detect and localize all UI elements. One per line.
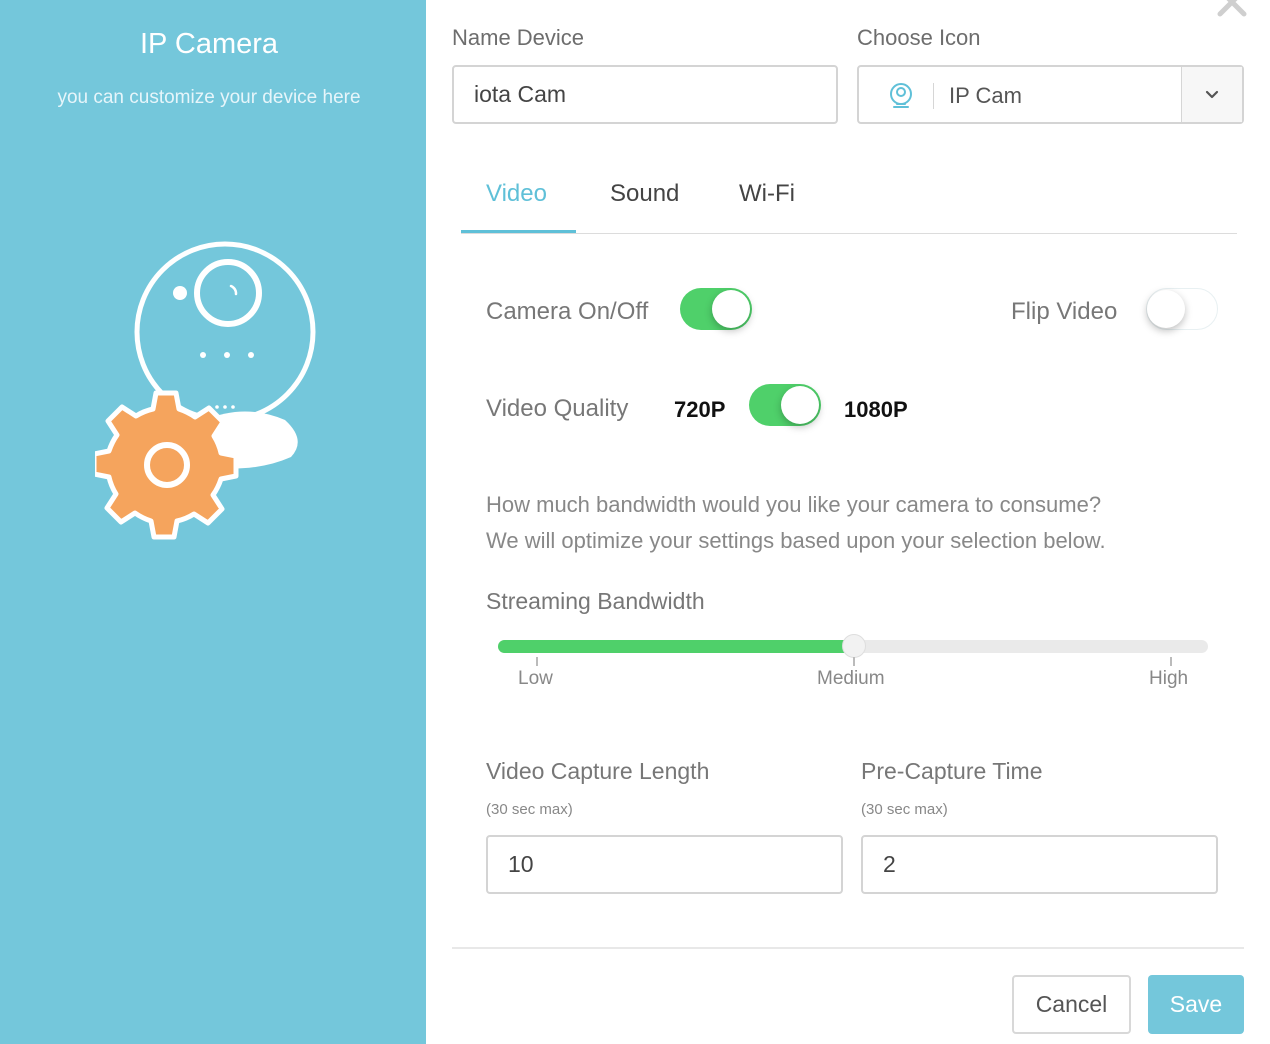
pre-capture-time-label: Pre-Capture Time (861, 758, 1043, 784)
tick-medium (853, 657, 855, 666)
toggle-knob (781, 386, 819, 424)
chevron-down-icon (1205, 90, 1219, 99)
pre-capture-time-input[interactable] (861, 835, 1218, 894)
tabs-divider (461, 233, 1237, 234)
bandwidth-slider[interactable] (498, 634, 1208, 658)
tab-video[interactable]: Video (486, 180, 547, 208)
bandwidth-description-line2: We will optimize your settings based upo… (486, 528, 1106, 553)
flip-video-toggle[interactable] (1146, 288, 1218, 330)
video-capture-length-label: Video Capture Length (486, 758, 710, 784)
toggle-knob (712, 290, 750, 328)
footer-divider (452, 947, 1244, 949)
video-capture-length-input[interactable] (486, 835, 843, 894)
settings-panel: Name Device Choose Icon IP Cam Video Sou… (426, 0, 1270, 1044)
quality-720p-label: 720P (674, 397, 726, 422)
save-button[interactable]: Save (1148, 975, 1244, 1034)
tick-label-medium: Medium (817, 668, 885, 689)
camera-on-off-label: Camera On/Off (486, 298, 649, 325)
name-device-label: Name Device (452, 25, 585, 50)
camera-on-off-toggle[interactable] (680, 288, 752, 330)
tick-low (536, 657, 538, 666)
slider-thumb[interactable] (842, 634, 866, 658)
tick-high (1170, 657, 1172, 666)
sidebar-title: IP Camera (139, 28, 279, 60)
camera-settings-icon (95, 241, 316, 540)
dropdown-toggle[interactable] (1181, 67, 1242, 122)
tab-wifi[interactable]: Wi-Fi (739, 180, 795, 208)
choose-icon-label: Choose Icon (857, 25, 981, 50)
close-icon[interactable] (1216, 0, 1248, 18)
name-device-input[interactable] (452, 65, 838, 124)
toggle-knob (1147, 290, 1185, 328)
choose-icon-value: IP Cam (949, 83, 1022, 108)
ip-camera-icon (890, 83, 912, 108)
cancel-button[interactable]: Cancel (1012, 975, 1131, 1034)
video-quality-toggle[interactable] (749, 384, 821, 426)
tick-label-high: High (1149, 668, 1189, 689)
active-tab-indicator (461, 230, 576, 233)
streaming-bandwidth-label: Streaming Bandwidth (486, 588, 705, 614)
flip-video-label: Flip Video (1011, 298, 1118, 325)
device-sidebar: IP Camera you can customize your device … (0, 0, 426, 1044)
tick-label-low: Low (518, 668, 553, 689)
choose-icon-select[interactable]: IP Cam (857, 65, 1244, 124)
video-capture-length-note: (30 sec max) (486, 801, 573, 818)
pre-capture-time-note: (30 sec max) (861, 801, 948, 818)
sidebar-subtitle: you can customize your device here (57, 87, 361, 108)
bandwidth-description-line1: How much bandwidth would you like your c… (486, 492, 1102, 517)
select-divider (933, 83, 934, 109)
slider-fill (498, 640, 854, 653)
video-quality-label: Video Quality (486, 395, 629, 422)
tab-sound[interactable]: Sound (610, 180, 679, 208)
quality-1080p-label: 1080P (844, 397, 908, 422)
